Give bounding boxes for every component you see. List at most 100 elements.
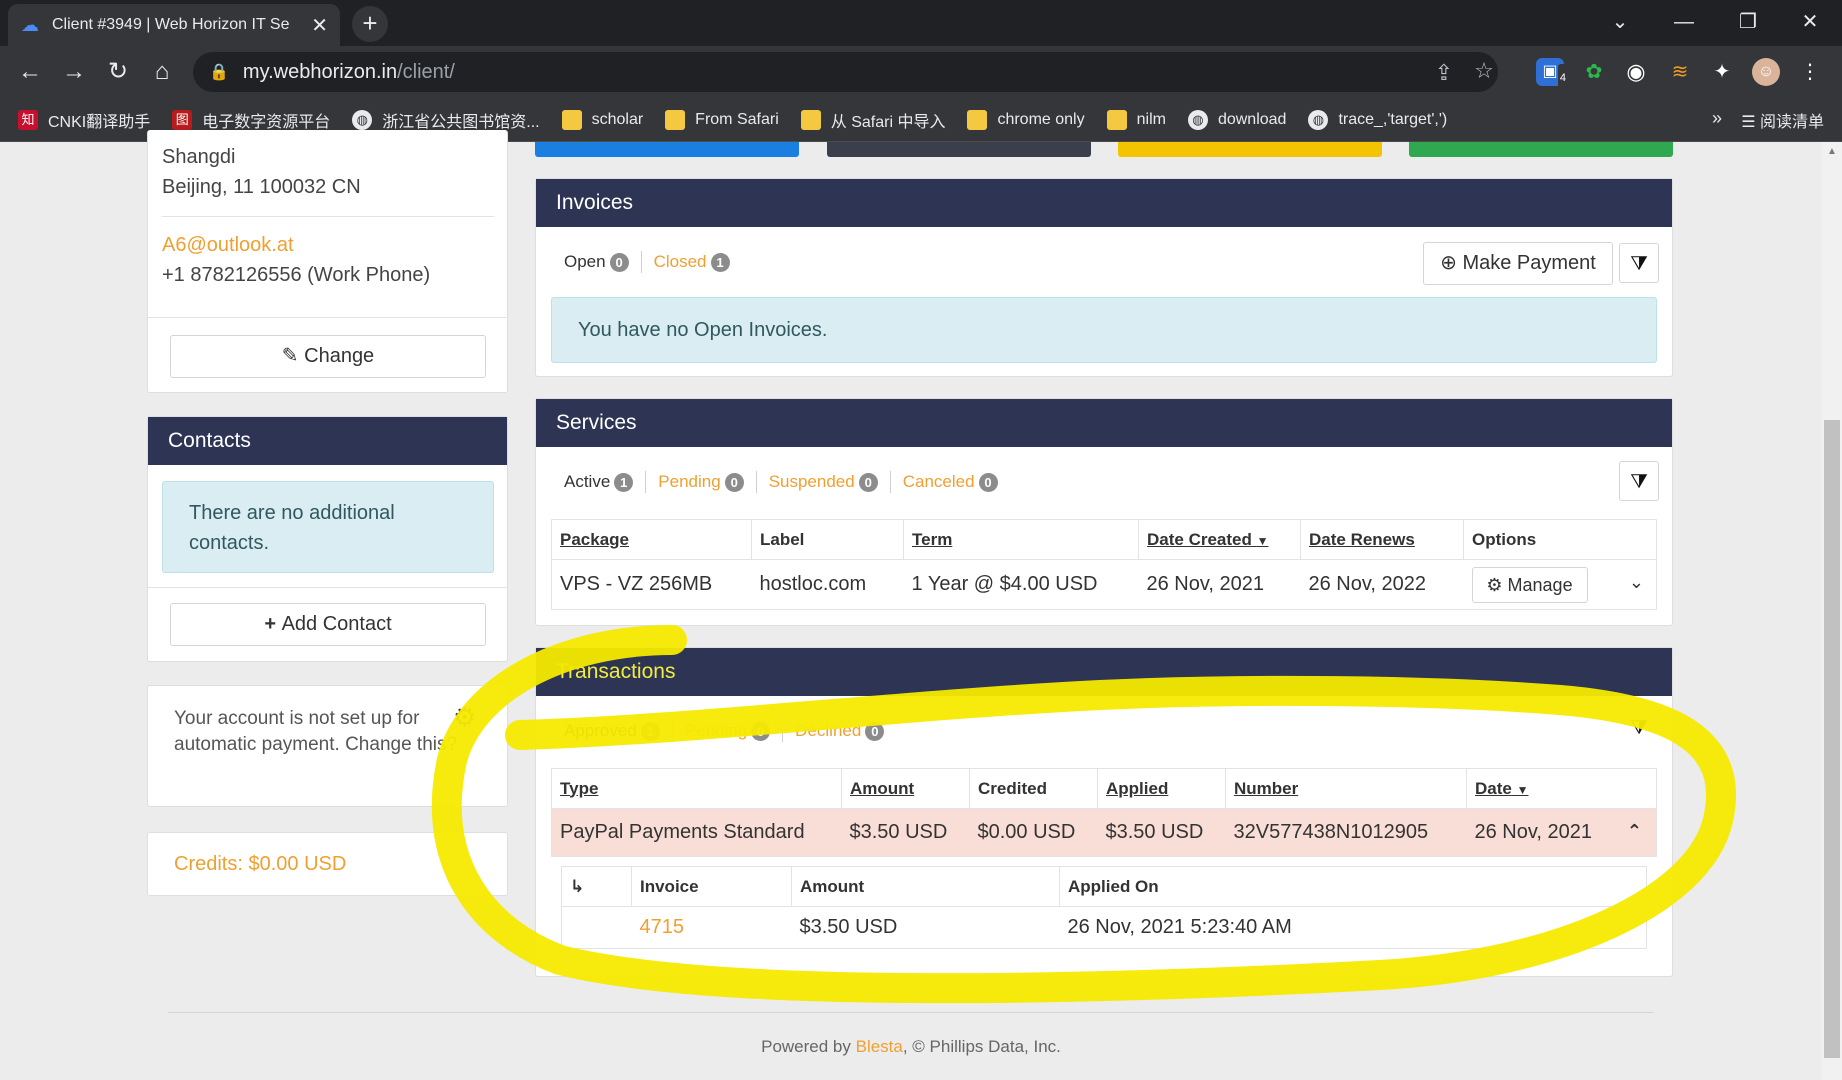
cell-credited: $0.00 USD [977, 821, 1076, 843]
tab-label: Pending [658, 471, 721, 491]
tab-active[interactable]: Active 1 [564, 472, 634, 492]
more-bookmarks-button[interactable]: » [1712, 108, 1722, 129]
make-payment-button[interactable]: ⊕ Make Payment [1423, 242, 1613, 285]
record-extension-icon[interactable]: ◉ [1622, 58, 1650, 86]
reading-list-button[interactable]: ☰ 阅读清单 [1741, 108, 1824, 132]
bitwarden-extension-icon[interactable]: ▣ 4 [1536, 58, 1568, 92]
cell-sub-amount: $3.50 USD [799, 916, 898, 938]
profile-avatar[interactable]: ☺ [1752, 58, 1780, 86]
tab-label: Declined [795, 720, 862, 740]
minimize-icon[interactable]: — [1662, 6, 1706, 38]
manage-button[interactable]: ⚙ Manage [1471, 566, 1588, 603]
col-term[interactable]: Term [903, 519, 1139, 560]
reading-list-icon: ☰ [1741, 114, 1760, 131]
col-type[interactable]: Type [552, 769, 842, 809]
bookmark-item[interactable]: ◍ 浙江省公共图书馆资... [352, 108, 540, 132]
tab-pending[interactable]: Pending 0 [685, 721, 771, 741]
tab-label: Approved [564, 720, 637, 740]
tab-declined[interactable]: Declined 0 [795, 720, 885, 741]
back-icon[interactable]: ← [12, 54, 48, 90]
scrollbar-thumb[interactable] [1824, 420, 1840, 1058]
reload-icon[interactable]: ↻ [100, 54, 136, 90]
bookmark-item[interactable]: chrome only [967, 109, 1085, 130]
action-button-dark[interactable] [827, 142, 1091, 157]
bookmark-item[interactable]: 知 CNKI翻译助手 [18, 108, 150, 132]
filter-icon[interactable]: ⧩ [1619, 461, 1659, 501]
tab-approved[interactable]: Approved 1 [564, 721, 660, 741]
browser-menu-icon[interactable]: ⋮ [1796, 58, 1824, 86]
col-package[interactable]: Package [552, 520, 752, 560]
table-header-row: Type Amount Credited Applied Number Date… [551, 768, 1657, 809]
tab-separator [671, 720, 673, 742]
bookmark-label: download [1217, 110, 1287, 128]
folder-icon [1106, 109, 1127, 130]
bookmark-item[interactable]: ◍ trace_,'target',') [1308, 109, 1447, 130]
col-amount[interactable]: Amount [841, 768, 970, 809]
tab-suspended[interactable]: Suspended 0 [769, 472, 878, 492]
address-bar[interactable]: 🔒 my.webhorizon.in/client/ ⇪ ☆ [193, 52, 1498, 92]
bookmark-item[interactable]: nilm [1106, 109, 1166, 130]
action-button-green[interactable] [1409, 142, 1673, 157]
tab-closed[interactable]: Closed 1 [654, 252, 730, 272]
credits-link[interactable]: Credits: $0.00 USD [174, 853, 346, 876]
email-link[interactable]: A6@outlook.at [162, 234, 294, 257]
action-button-yellow[interactable] [1118, 142, 1382, 157]
bookmark-item[interactable]: scholar [561, 109, 644, 130]
filter-icon[interactable]: ⧩ [1619, 708, 1659, 748]
tab-count: 0 [865, 722, 885, 741]
tab-count: 0 [751, 722, 771, 741]
tab-search-icon[interactable]: ⌄ [1598, 6, 1642, 38]
bookmark-item[interactable]: 图电子数字资源平台 [172, 108, 330, 132]
evernote-extension-icon[interactable]: ✿ [1580, 58, 1608, 86]
table-row[interactable]: VPS - VZ 256MB hostloc.com 1 Year @ $4.0… [552, 560, 1657, 610]
tab-open-label: Open [564, 251, 606, 271]
col-date[interactable]: Date ▼ [1466, 768, 1657, 809]
add-contact-button[interactable]: + Add Contact [170, 603, 486, 646]
chevron-up-icon[interactable]: ⌃ [1627, 821, 1642, 842]
extensions-puzzle-icon[interactable]: ✦ [1708, 58, 1736, 86]
bookmark-item[interactable]: ◍ download [1187, 109, 1287, 130]
home-icon[interactable]: ⌂ [144, 54, 180, 90]
autopay-text[interactable]: Your account is not set up for automatic… [174, 706, 464, 758]
chevron-down-icon[interactable]: ⌄ [1629, 572, 1644, 593]
share-icon[interactable]: ⇪ [1431, 60, 1457, 86]
gear-icon[interactable]: ⚙ [453, 702, 476, 733]
close-tab-icon[interactable]: ✕ [311, 13, 328, 38]
bookmark-star-icon[interactable]: ☆ [1471, 58, 1497, 84]
scroll-up-arrow-icon[interactable]: ▲ [1824, 146, 1840, 160]
bookmark-item[interactable]: 从 Safari 中导入 [800, 108, 945, 132]
bookmark-label: scholar [591, 110, 644, 128]
rss-extension-icon[interactable]: ≋ [1666, 58, 1694, 86]
new-tab-button[interactable]: + [352, 6, 388, 42]
tab-separator [755, 471, 757, 493]
tab-canceled[interactable]: Canceled 0 [903, 472, 998, 492]
col-applied[interactable]: Applied [1097, 768, 1226, 809]
change-button-label: Change [304, 345, 375, 367]
cell-type: PayPal Payments Standard [560, 821, 805, 843]
tab-open[interactable]: Open 0 [564, 252, 629, 272]
tab-separator [645, 471, 647, 493]
table-row[interactable]: PayPal Payments Standard $3.50 USD $0.00… [551, 808, 1657, 857]
col-date-label: Date [1475, 778, 1512, 798]
lock-icon[interactable]: 🔒 [209, 62, 229, 82]
invoices-header: Invoices [536, 179, 1672, 227]
col-number[interactable]: Number [1225, 768, 1467, 809]
cell-amount: $3.50 USD [849, 821, 948, 843]
change-button[interactable]: ✎ Change [170, 335, 486, 378]
blesta-link[interactable]: Blesta [856, 1037, 903, 1056]
tab-pending[interactable]: Pending 0 [658, 471, 744, 492]
filter-icon[interactable]: ⧩ [1619, 243, 1659, 283]
close-window-icon[interactable]: ✕ [1788, 6, 1832, 38]
col-date-created[interactable]: Date Created ▼ [1138, 519, 1301, 560]
forward-icon[interactable]: → [56, 54, 92, 90]
action-button-blue[interactable] [535, 142, 799, 157]
cell-number: 32V577438N1012905 [1233, 821, 1429, 843]
col-date-renews[interactable]: Date Renews [1300, 519, 1464, 560]
add-contact-label: Add Contact [281, 613, 392, 635]
browser-tab[interactable]: ☁ Client #3949 | Web Horizon IT Se ✕ [8, 4, 340, 46]
restore-icon[interactable]: ❐ [1726, 6, 1770, 38]
bookmark-item[interactable]: From Safari [665, 109, 779, 130]
services-card: Services Active 1 Pending 0 Suspended 0 Can… [535, 398, 1673, 626]
invoice-link[interactable]: 4715 [632, 907, 792, 949]
make-payment-label: Make Payment [1462, 252, 1596, 274]
